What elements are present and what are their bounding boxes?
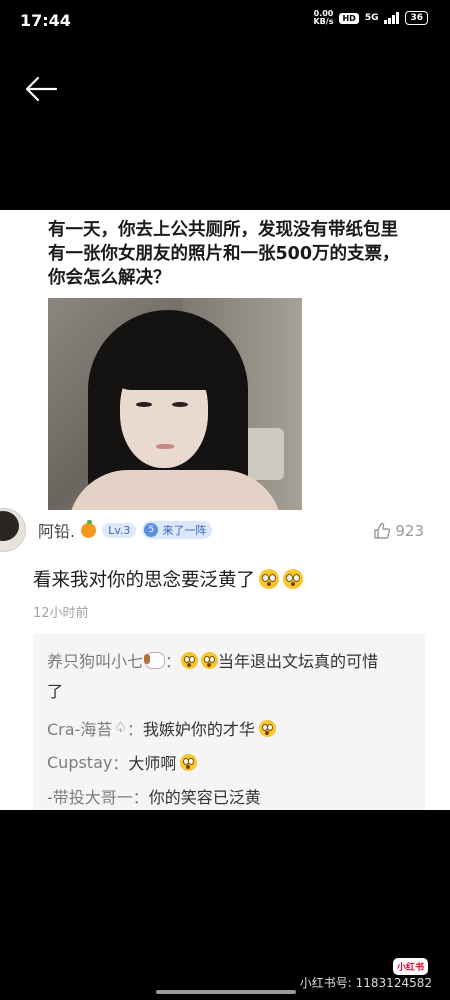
- like-button[interactable]: 923: [373, 522, 424, 540]
- dog-emoji-icon: [144, 651, 166, 669]
- status-bar: 17:44 0.00 KB/s HD 5G 36: [0, 0, 450, 40]
- grimace-emoji-icon: [181, 651, 199, 669]
- awkward-emoji-icon: [259, 569, 280, 589]
- level-badge: Lv.3: [102, 522, 137, 538]
- reply-item[interactable]: Cra-海苔 ♤ ： 我嫉妒你的才华: [47, 716, 276, 740]
- reply-item[interactable]: 养只狗叫小七 ： 当年退出文坛真的可惜: [47, 648, 378, 672]
- screenshot-card[interactable]: 有一天，你去上公共厕所，发现没有带纸包里有一张你女朋友的照片和一张500万的支票…: [0, 210, 450, 810]
- hd-icon: HD: [339, 12, 359, 24]
- comment-user-row: 阿铅. Lv.3 5 来了一阵: [38, 518, 213, 542]
- diamond-icon: 5: [144, 523, 159, 537]
- status-icons: 0.00 KB/s HD 5G 36: [313, 10, 428, 26]
- network-speed: 0.00 KB/s: [313, 9, 334, 26]
- activity-badge: 5 来了一阵: [142, 521, 213, 539]
- status-time: 17:44: [20, 11, 71, 30]
- badge-label: 来了一阵: [162, 524, 207, 537]
- avatar[interactable]: [0, 508, 26, 552]
- awkward-emoji-icon: [180, 753, 198, 771]
- home-indicator[interactable]: [156, 990, 296, 994]
- user-id-watermark: 小红书号: 1183124582: [299, 976, 432, 990]
- orange-icon: [81, 519, 97, 538]
- 5g-icon: 5G: [364, 13, 379, 23]
- grimace-emoji-icon: [201, 651, 219, 669]
- girlfriend-photo: [48, 298, 302, 510]
- like-count: 923: [395, 522, 424, 540]
- awkward-emoji-icon: [258, 719, 276, 737]
- spade-icon: ♤: [114, 720, 127, 736]
- reply-item[interactable]: -带投大哥一 ： 你的笑容已泛黄: [47, 784, 261, 808]
- back-arrow-icon[interactable]: [24, 76, 58, 102]
- signal-icon: [384, 12, 400, 24]
- comment-text: 看来我对你的思念要泛黄了: [33, 566, 304, 592]
- thumbs-up-icon: [374, 522, 391, 539]
- battery-icon: 36: [405, 11, 428, 25]
- comment-timestamp: 12小时前: [33, 606, 89, 621]
- xiaohongshu-logo: 小红书: [392, 958, 428, 975]
- username[interactable]: 阿铅.: [38, 518, 75, 542]
- awkward-emoji-icon: [283, 569, 304, 589]
- reply-continuation: 了: [47, 682, 64, 701]
- reply-item[interactable]: Cupstay ： 大师啊: [47, 750, 198, 774]
- replies-box[interactable]: 养只狗叫小七 ： 当年退出文坛真的可惜 了 Cra-海苔 ♤ ： 我嫉妒你的才华…: [33, 634, 425, 810]
- question-text: 有一天，你去上公共厕所，发现没有带纸包里有一张你女朋友的照片和一张500万的支票…: [48, 220, 400, 288]
